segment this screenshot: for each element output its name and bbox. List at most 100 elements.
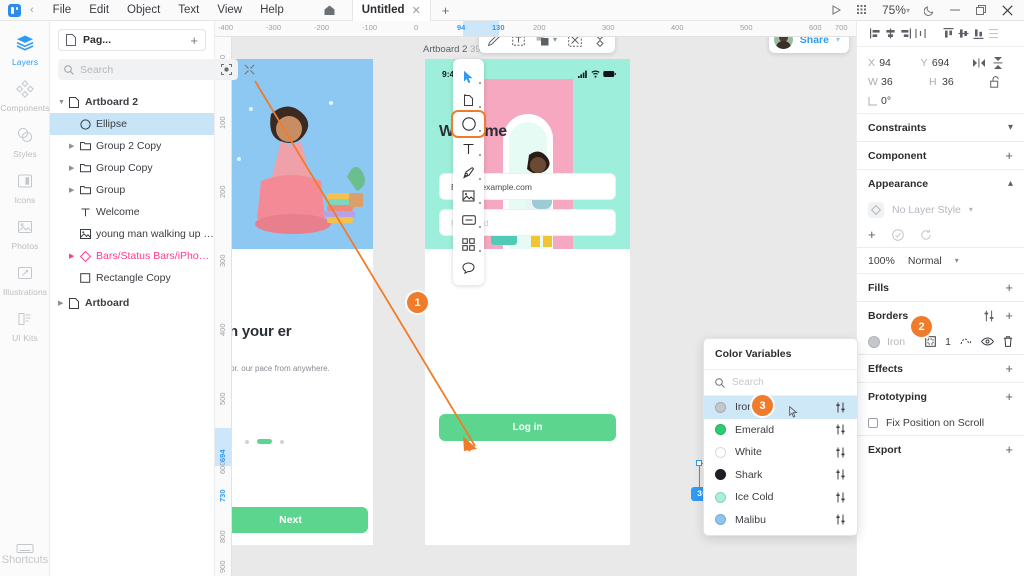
login-button[interactable]: Log in bbox=[439, 414, 616, 441]
sidebar-item-icons[interactable]: Icons bbox=[0, 159, 50, 205]
border-width-value[interactable]: 1 bbox=[945, 336, 951, 348]
distribute-v-icon[interactable] bbox=[986, 21, 1001, 47]
sliders-icon[interactable] bbox=[835, 424, 846, 435]
sidebar-item-layers[interactable]: Layers bbox=[0, 21, 50, 67]
menu-view[interactable]: View bbox=[208, 0, 251, 21]
maximize-icon[interactable] bbox=[968, 0, 994, 21]
home-icon[interactable] bbox=[323, 4, 336, 16]
sidebar-item-shortcuts[interactable]: Shortcuts bbox=[0, 543, 50, 566]
opacity-value[interactable]: 100% bbox=[868, 255, 895, 267]
align-center-v-icon[interactable] bbox=[956, 21, 971, 47]
close-icon[interactable]: ✕ bbox=[412, 4, 421, 17]
blend-mode-value[interactable]: Normal bbox=[908, 255, 942, 267]
flip-vertical-icon[interactable] bbox=[993, 56, 1013, 69]
horizontal-ruler[interactable]: -400 -300 -200 -100 0 94 130 200 300 400… bbox=[215, 21, 856, 37]
rotation-value[interactable]: 0° bbox=[881, 95, 929, 107]
align-top-icon[interactable] bbox=[941, 21, 956, 47]
minimize-icon[interactable] bbox=[942, 0, 968, 21]
chevron-right-icon[interactable]: ▶ bbox=[58, 299, 69, 307]
section-constraints[interactable]: Constraints ▾ bbox=[857, 113, 1024, 141]
popover-search-input[interactable] bbox=[732, 377, 846, 388]
section-borders[interactable]: Borders + bbox=[857, 301, 1024, 329]
moon-icon[interactable] bbox=[916, 0, 942, 21]
play-icon[interactable] bbox=[824, 0, 850, 21]
chevron-up-icon[interactable]: ▴ bbox=[1008, 178, 1013, 189]
plus-icon[interactable]: + bbox=[442, 3, 450, 18]
vertical-ruler[interactable]: 0 100 200 300 400 500 600 694 730 800 90… bbox=[215, 37, 232, 576]
color-variable-row-shark[interactable]: Shark bbox=[704, 464, 857, 487]
layer-row-rectangle-copy[interactable]: Rectangle Copy bbox=[50, 267, 214, 289]
chevron-right-icon[interactable]: ▶ bbox=[69, 164, 80, 172]
flip-horizontal-icon[interactable] bbox=[973, 58, 993, 68]
chevron-down-icon[interactable]: ▾ bbox=[969, 205, 973, 214]
button-tool-icon[interactable] bbox=[453, 208, 484, 232]
menu-text[interactable]: Text bbox=[169, 0, 208, 21]
section-effects[interactable]: Effects + bbox=[857, 354, 1024, 382]
border-row[interactable]: Iron 1 bbox=[857, 329, 1024, 354]
layer-row-ellipse[interactable]: Ellipse bbox=[50, 113, 214, 135]
layer-row-group-copy[interactable]: ▶ Group Copy bbox=[50, 157, 214, 179]
chevron-right-icon[interactable]: ▶ bbox=[69, 186, 80, 194]
chevron-right-icon[interactable]: ▶ bbox=[69, 142, 80, 150]
plus-icon[interactable]: + bbox=[1005, 280, 1013, 295]
grid-icon[interactable] bbox=[850, 0, 876, 21]
search-input[interactable] bbox=[80, 63, 215, 76]
plus-icon[interactable]: + bbox=[1005, 361, 1013, 376]
plus-icon[interactable]: + bbox=[1005, 308, 1013, 323]
plus-icon[interactable]: + bbox=[1005, 442, 1013, 457]
layer-row-status-bar-symbol[interactable]: ▶ Bars/Status Bars/iPhone/Lig... bbox=[50, 245, 214, 267]
border-position-icon[interactable] bbox=[925, 336, 936, 347]
resize-handle-nw[interactable] bbox=[696, 460, 702, 466]
color-variable-row-white[interactable]: White bbox=[704, 441, 857, 464]
artboard-tool-icon[interactable] bbox=[453, 88, 484, 112]
section-fills[interactable]: Fills + bbox=[857, 273, 1024, 301]
section-prototyping[interactable]: Prototyping + bbox=[857, 382, 1024, 410]
plus-icon[interactable]: + bbox=[1005, 389, 1013, 404]
cursor-arrow-icon[interactable] bbox=[453, 64, 484, 88]
plus-icon[interactable]: + bbox=[1005, 148, 1013, 163]
color-variable-row-iron[interactable]: Iron bbox=[704, 396, 857, 419]
plus-icon[interactable]: + bbox=[190, 33, 198, 48]
layer-row-welcome[interactable]: Welcome bbox=[50, 201, 214, 223]
layers-search-box[interactable] bbox=[58, 59, 238, 80]
focus-icon[interactable] bbox=[221, 64, 232, 75]
layer-row-group-2-copy[interactable]: ▶ Group 2 Copy bbox=[50, 135, 214, 157]
menu-edit[interactable]: Edit bbox=[80, 0, 118, 21]
collapse-icon[interactable] bbox=[244, 64, 255, 75]
h-value[interactable]: 36 bbox=[942, 76, 990, 88]
chevron-down-icon[interactable]: ▾ bbox=[1008, 122, 1013, 133]
border-color-swatch[interactable] bbox=[868, 335, 880, 348]
w-value[interactable]: 36 bbox=[881, 76, 929, 88]
comment-tool-icon[interactable] bbox=[453, 256, 484, 280]
plus-icon[interactable]: + bbox=[868, 227, 876, 242]
sidebar-item-illustrations[interactable]: Illustrations bbox=[0, 251, 50, 297]
section-appearance[interactable]: Appearance ▴ bbox=[857, 169, 1024, 197]
sidebar-item-photos[interactable]: Photos bbox=[0, 205, 50, 251]
sliders-icon[interactable] bbox=[835, 447, 846, 458]
section-component[interactable]: Component + bbox=[857, 141, 1024, 169]
sliders-icon[interactable] bbox=[835, 402, 846, 413]
image-tool-icon[interactable] bbox=[453, 184, 484, 208]
menu-help[interactable]: Help bbox=[251, 0, 293, 21]
fix-position-checkbox[interactable] bbox=[868, 417, 878, 428]
chevron-down-icon[interactable]: ▼ bbox=[58, 99, 69, 106]
color-variable-row-malibu[interactable]: Malibu bbox=[704, 509, 857, 532]
layer-row-artboard[interactable]: ▶ Artboard bbox=[50, 292, 214, 314]
align-right-icon[interactable] bbox=[898, 21, 913, 47]
ellipse-tool-icon[interactable] bbox=[451, 110, 486, 138]
components-tool-icon[interactable] bbox=[453, 232, 484, 256]
zoom-level-button[interactable]: 75% ▾ bbox=[876, 0, 916, 21]
layer-row-image[interactable]: young man walking up stairs bbox=[50, 223, 214, 245]
reset-icon[interactable] bbox=[920, 229, 932, 241]
menu-file[interactable]: File bbox=[44, 0, 81, 21]
sliders-icon[interactable] bbox=[835, 469, 846, 480]
artboard-1-next-button[interactable]: Next bbox=[215, 507, 368, 533]
tab-untitled[interactable]: Untitled ✕ bbox=[351, 0, 431, 21]
check-circle-icon[interactable] bbox=[891, 228, 904, 241]
pen-tool-icon[interactable] bbox=[453, 160, 484, 184]
dash-icon[interactable] bbox=[960, 336, 972, 347]
section-export[interactable]: Export + bbox=[857, 435, 1024, 463]
sidebar-item-styles[interactable]: Styles bbox=[0, 113, 50, 159]
align-center-h-icon[interactable] bbox=[883, 21, 898, 47]
align-left-icon[interactable] bbox=[868, 21, 883, 47]
